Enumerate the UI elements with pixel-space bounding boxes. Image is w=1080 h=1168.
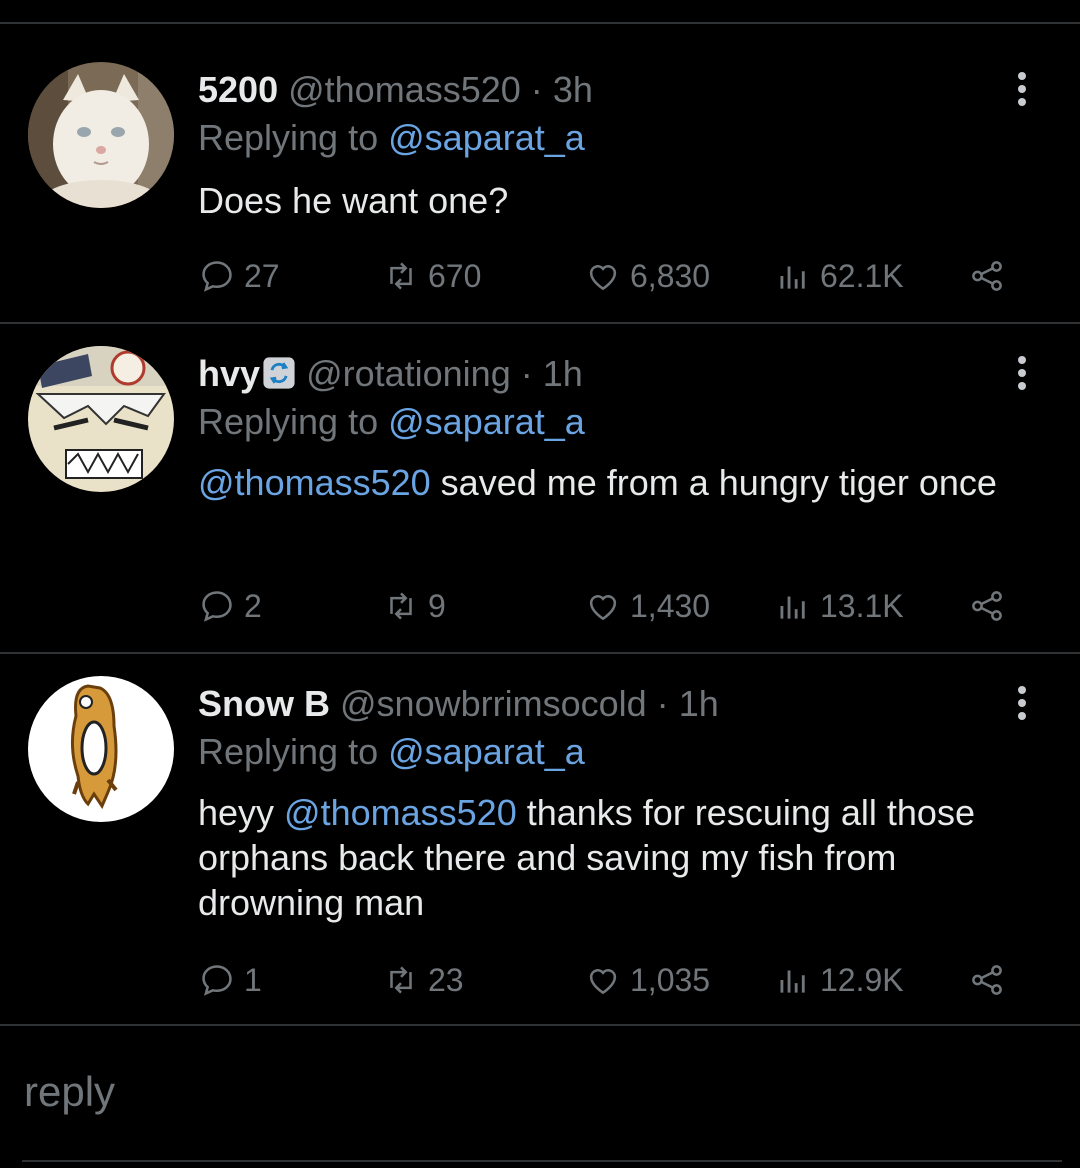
comment-icon [202, 591, 232, 622]
share-action[interactable] [968, 254, 1014, 298]
share-icon [972, 261, 1002, 291]
reply-composer-input[interactable]: reply [24, 1068, 115, 1116]
action-bar: 27 670 6,830 62.1K [198, 254, 1028, 298]
more-icon[interactable] [1012, 72, 1032, 111]
anime-avatar-image [28, 346, 174, 492]
like-action[interactable]: 1,035 [584, 958, 710, 1002]
share-action[interactable] [968, 584, 1014, 628]
replying-to-label: Replying to [198, 731, 379, 772]
mention-link[interactable]: @thomass520 [284, 792, 517, 833]
retweet-count: 23 [428, 961, 464, 998]
heart-icon [589, 969, 617, 995]
replying-to-handle[interactable]: @saparat_a [388, 731, 585, 772]
tweet-text: Does he want one? [198, 178, 998, 223]
share-action[interactable] [968, 958, 1014, 1002]
like-action[interactable]: 1,430 [584, 584, 710, 628]
top-divider [0, 22, 1080, 24]
retweet-icon [390, 262, 412, 290]
like-count: 1,035 [630, 961, 711, 998]
retweet-icon [390, 592, 412, 620]
reply-action[interactable]: 1 [198, 958, 262, 1002]
tweet-header: hvy @rotationing · 1h [198, 354, 583, 398]
avatar[interactable] [28, 346, 174, 492]
reply-count: 2 [244, 587, 262, 624]
display-name[interactable]: hvy [198, 353, 260, 394]
replying-to: Replying to @saparat_a [198, 118, 585, 158]
display-name[interactable]: 5200 [198, 69, 278, 110]
timestamp[interactable]: 3h [553, 69, 593, 110]
comment-icon [202, 261, 232, 292]
more-icon[interactable] [1012, 686, 1032, 725]
user-handle[interactable]: @rotationing [306, 353, 511, 394]
replying-to-handle[interactable]: @saparat_a [388, 117, 585, 158]
views-icon [780, 266, 805, 289]
timestamp[interactable]: 1h [543, 353, 583, 394]
views-action[interactable]: 13.1K [774, 584, 904, 628]
more-icon[interactable] [1012, 356, 1032, 395]
replying-to: Replying to @saparat_a [198, 402, 585, 442]
share-icon [972, 965, 1002, 995]
reply-action[interactable]: 27 [198, 254, 280, 298]
separator: · [530, 69, 543, 110]
reply-count: 27 [244, 257, 280, 294]
user-handle[interactable]: @snowbrrimsocold [340, 683, 647, 724]
like-count: 1,430 [630, 587, 711, 624]
views-icon [780, 970, 805, 993]
retweet-icon [390, 966, 412, 994]
cartoon-avatar-image [28, 676, 174, 822]
divider [0, 322, 1080, 324]
timestamp[interactable]: 1h [679, 683, 719, 724]
tweet-header: Snow B @snowbrrimsocold · 1h [198, 684, 719, 724]
view-count: 13.1K [820, 587, 904, 624]
composer-underline [22, 1160, 1062, 1162]
rotate-badge-icon [262, 356, 296, 398]
replying-to-handle[interactable]: @saparat_a [388, 401, 585, 442]
action-bar: 1 23 1,035 12.9K [198, 958, 1028, 1002]
replying-to: Replying to @saparat_a [198, 732, 585, 772]
heart-icon [589, 595, 617, 621]
retweet-action[interactable]: 9 [382, 584, 446, 628]
avatar[interactable] [28, 676, 174, 822]
tweet-text: heyy @thomass520 thanks for rescuing all… [198, 790, 998, 925]
views-action[interactable]: 62.1K [774, 254, 904, 298]
reply-action[interactable]: 2 [198, 584, 262, 628]
action-bar: 2 9 1,430 13.1K [198, 584, 1028, 628]
views-action[interactable]: 12.9K [774, 958, 904, 1002]
tweet-body: Does he want one? [198, 180, 509, 221]
tweet-header: 5200 @thomass520 · 3h [198, 70, 593, 110]
tweet-body-prefix: heyy [198, 792, 285, 833]
replying-to-label: Replying to [198, 117, 379, 158]
retweet-count: 670 [428, 257, 482, 294]
tweet-body: saved me from a hungry tiger once [430, 462, 997, 503]
like-action[interactable]: 6,830 [584, 254, 710, 298]
user-handle[interactable]: @thomass520 [288, 69, 521, 110]
tweet-text: @thomass520 saved me from a hungry tiger… [198, 460, 998, 505]
cat-avatar-image [28, 62, 174, 208]
divider [0, 1024, 1080, 1026]
mention-link[interactable]: @thomass520 [198, 462, 431, 503]
reply-count: 1 [244, 961, 262, 998]
retweet-count: 9 [428, 587, 446, 624]
avatar[interactable] [28, 62, 174, 208]
share-icon [972, 591, 1002, 621]
display-name[interactable]: Snow B [198, 683, 330, 724]
views-icon [780, 596, 805, 619]
heart-icon [589, 265, 617, 291]
like-count: 6,830 [630, 257, 711, 294]
separator: · [520, 353, 533, 394]
replying-to-label: Replying to [198, 401, 379, 442]
retweet-action[interactable]: 670 [382, 254, 481, 298]
divider [0, 652, 1080, 654]
separator: · [656, 683, 669, 724]
comment-icon [202, 965, 232, 996]
retweet-action[interactable]: 23 [382, 958, 464, 1002]
view-count: 12.9K [820, 961, 904, 998]
view-count: 62.1K [820, 257, 904, 294]
